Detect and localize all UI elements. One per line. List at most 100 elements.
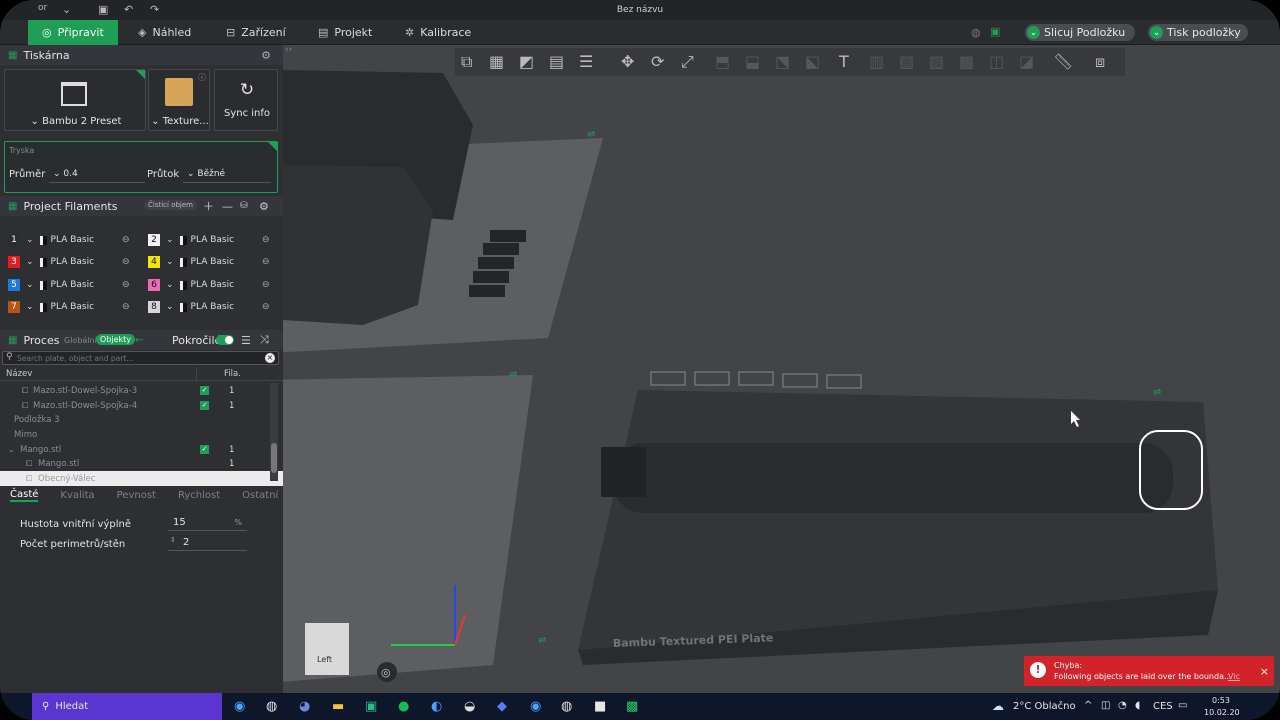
object-filament[interactable]: 1 bbox=[229, 386, 234, 396]
list-item[interactable]: ⌄ Mango.stl ✓ 1 bbox=[0, 442, 283, 457]
flow-select[interactable]: ⌄ Běžné bbox=[183, 166, 271, 183]
fila-column-header[interactable]: Fila. bbox=[224, 369, 241, 379]
list-item[interactable]: Podložka 3 bbox=[0, 412, 283, 427]
checkbox-icon[interactable]: ✓ bbox=[200, 386, 209, 395]
plate-icon[interactable]: ⇌ bbox=[587, 129, 595, 140]
list-item[interactable]: Mimo bbox=[0, 427, 283, 442]
plate-arrange-icon[interactable] bbox=[694, 371, 730, 386]
plate-type-card[interactable]: ⓘ ⌄ Texture... bbox=[148, 69, 210, 131]
app-icon[interactable]: ▣ bbox=[365, 699, 377, 714]
error-more-link[interactable]: Vic bbox=[1228, 672, 1240, 681]
objects-toggle[interactable]: Objekty bbox=[96, 334, 136, 345]
infill-input[interactable]: 15% bbox=[168, 516, 247, 531]
weather-text[interactable]: 2°C Oblačno bbox=[1013, 701, 1076, 712]
plate-icon[interactable]: ⇌ bbox=[1153, 387, 1161, 398]
move-icon[interactable]: ✥ bbox=[621, 52, 634, 71]
search-input[interactable] bbox=[17, 353, 257, 364]
sync-info-button[interactable]: ↻ Sync info bbox=[214, 69, 278, 131]
object-filament[interactable]: 1 bbox=[229, 401, 234, 411]
edit-filament-icon[interactable]: ⊖ bbox=[262, 257, 270, 267]
plate-orient-icon[interactable] bbox=[738, 371, 774, 386]
tab-other[interactable]: Ostatní bbox=[242, 490, 278, 501]
plate-icon[interactable]: ⇌ bbox=[538, 635, 546, 646]
assemble-view-icon[interactable]: ⧈ bbox=[1095, 52, 1105, 72]
app-icon[interactable]: ■ bbox=[594, 699, 606, 714]
tab-calibration[interactable]: ✲ Kalibrace bbox=[405, 20, 471, 45]
steam-icon[interactable]: ◍ bbox=[266, 699, 277, 714]
stepper-icon[interactable]: ⇕ bbox=[170, 536, 176, 544]
plate-lock-icon[interactable] bbox=[782, 373, 818, 388]
tab-device[interactable]: ⊟ Zařízení bbox=[226, 20, 286, 45]
plate-type-select[interactable]: ⌄ Texture... bbox=[149, 116, 211, 127]
printer-preset-card[interactable]: ⌄ Bambu 2 Preset bbox=[4, 69, 146, 131]
tab-preview[interactable]: ◈ Náhled bbox=[138, 20, 191, 45]
add-object-icon[interactable]: ⧉ bbox=[461, 52, 472, 72]
filament-slot-1[interactable]: 1 ⌄ PLA Basic ⊖ bbox=[8, 230, 130, 250]
global-toggle[interactable]: Globální bbox=[64, 336, 97, 345]
battery-icon[interactable]: ▭ bbox=[1178, 700, 1187, 711]
folder-icon[interactable]: ▬ bbox=[332, 699, 344, 714]
edit-filament-icon[interactable]: ⊖ bbox=[122, 302, 130, 312]
info-icon[interactable]: ⓘ bbox=[198, 72, 206, 83]
tray-icon[interactable]: ◫ bbox=[1101, 700, 1110, 711]
chrome-icon[interactable]: ◉ bbox=[530, 699, 541, 714]
filament-slot-3[interactable]: 3 ⌄ PLA Basic ⊖ bbox=[8, 252, 130, 272]
volume-icon[interactable]: ◖ bbox=[1135, 700, 1140, 711]
3d-viewport[interactable]: ⇌ ⇌ ⇌ ⇌ Bambu Textured PEI Plate Left ◎ … bbox=[283, 45, 1280, 693]
tab-prepare[interactable]: ◎ Připravit bbox=[28, 20, 118, 45]
diameter-select[interactable]: ⌄ 0.4 bbox=[49, 166, 145, 183]
gear-icon[interactable]: ⚙ bbox=[259, 200, 269, 213]
edit-filament-icon[interactable]: ⊖ bbox=[122, 235, 130, 245]
device-status-icon[interactable]: ▣ bbox=[990, 25, 1000, 38]
measure-icon[interactable]: 📏︎ bbox=[1053, 52, 1073, 71]
print-plate-button[interactable]: ⌄ Tisk podložky bbox=[1148, 24, 1248, 41]
filament-slot-5[interactable]: 5 ⌄ PLA Basic ⊖ bbox=[8, 275, 130, 295]
discord-icon[interactable]: ◕ bbox=[299, 699, 310, 714]
filament-slot-2[interactable]: 2 ⌄ PLA Basic ⊖ bbox=[148, 230, 270, 250]
filament-slot-8[interactable]: 8 ⌄ PLA Basic ⊖ bbox=[148, 297, 270, 317]
edit-filament-icon[interactable]: ⊖ bbox=[262, 235, 270, 245]
plate-settings-icon[interactable] bbox=[826, 374, 862, 389]
checkbox-icon[interactable]: ✓ bbox=[200, 401, 209, 410]
name-column-header[interactable]: Název bbox=[6, 369, 32, 379]
collapse-sidebar-icon[interactable]: ‹› bbox=[285, 45, 292, 55]
plate-remove-icon[interactable] bbox=[650, 371, 686, 386]
steam-icon[interactable]: ◍ bbox=[561, 699, 572, 714]
arrange-icon[interactable]: ▤ bbox=[549, 52, 564, 71]
tab-common[interactable]: Časté bbox=[10, 489, 39, 502]
object-filament[interactable]: 1 bbox=[229, 445, 234, 455]
rotate-icon[interactable]: ⟳ bbox=[651, 52, 664, 71]
list-item-selected[interactable]: ⧠ Obecný-Válec bbox=[0, 471, 283, 486]
app-icon[interactable]: ◒ bbox=[464, 699, 475, 714]
printer-preset-select[interactable]: ⌄ Bambu 2 Preset bbox=[5, 116, 147, 127]
filament-slot-4[interactable]: 4 ⌄ PLA Basic ⊖ bbox=[148, 252, 270, 272]
app-icon[interactable]: ◐ bbox=[431, 699, 442, 714]
close-icon[interactable]: × bbox=[265, 353, 275, 363]
tab-strength[interactable]: Pevnost bbox=[117, 490, 156, 501]
sync-filament-icon[interactable]: ⛁ bbox=[240, 201, 248, 211]
filament-slot-6[interactable]: 6 ⌄ PLA Basic ⊖ bbox=[148, 275, 270, 295]
tab-quality[interactable]: Kvalita bbox=[60, 490, 94, 501]
edit-filament-icon[interactable]: ⊖ bbox=[122, 257, 130, 267]
tab-speed[interactable]: Rychlost bbox=[178, 490, 220, 501]
text-tool-icon[interactable]: T bbox=[839, 52, 849, 71]
checkbox-icon[interactable]: ✓ bbox=[200, 445, 209, 454]
view-cube[interactable] bbox=[305, 623, 349, 675]
list-item[interactable]: ⧠ Mazo.stl-Dowel-Spojka-4 ✓ 1 bbox=[0, 398, 283, 413]
edit-filament-icon[interactable]: ⊖ bbox=[262, 280, 270, 290]
scale-icon[interactable]: ⤢ bbox=[681, 52, 694, 72]
list-item[interactable]: ⧠ Mango.stl 1 bbox=[0, 456, 283, 471]
bambu-studio-icon[interactable]: ▩ bbox=[626, 699, 638, 714]
wifi-icon[interactable]: ◔ bbox=[1118, 700, 1127, 711]
taskbar-search[interactable]: ⚲ Hledat bbox=[32, 693, 222, 720]
edit-filament-icon[interactable]: ⊖ bbox=[262, 302, 270, 312]
connection-icon[interactable]: ◍ bbox=[971, 26, 981, 39]
edit-filament-icon[interactable]: ⊖ bbox=[122, 280, 130, 290]
spotify-icon[interactable]: ● bbox=[398, 699, 409, 714]
gear-icon[interactable]: ⚙ bbox=[261, 49, 271, 62]
add-icon[interactable]: ＋ bbox=[203, 198, 214, 214]
list-item[interactable]: ⧠ Mazo.stl-Dowel-Spojka-3 ✓ 1 bbox=[0, 383, 283, 398]
advanced-toggle[interactable] bbox=[216, 335, 234, 345]
flush-volume-button[interactable]: Čisticí objem bbox=[144, 200, 197, 210]
scene-canvas[interactable]: ⇌ ⇌ ⇌ ⇌ Bambu Textured PEI Plate Left ◎ bbox=[283, 45, 1280, 693]
